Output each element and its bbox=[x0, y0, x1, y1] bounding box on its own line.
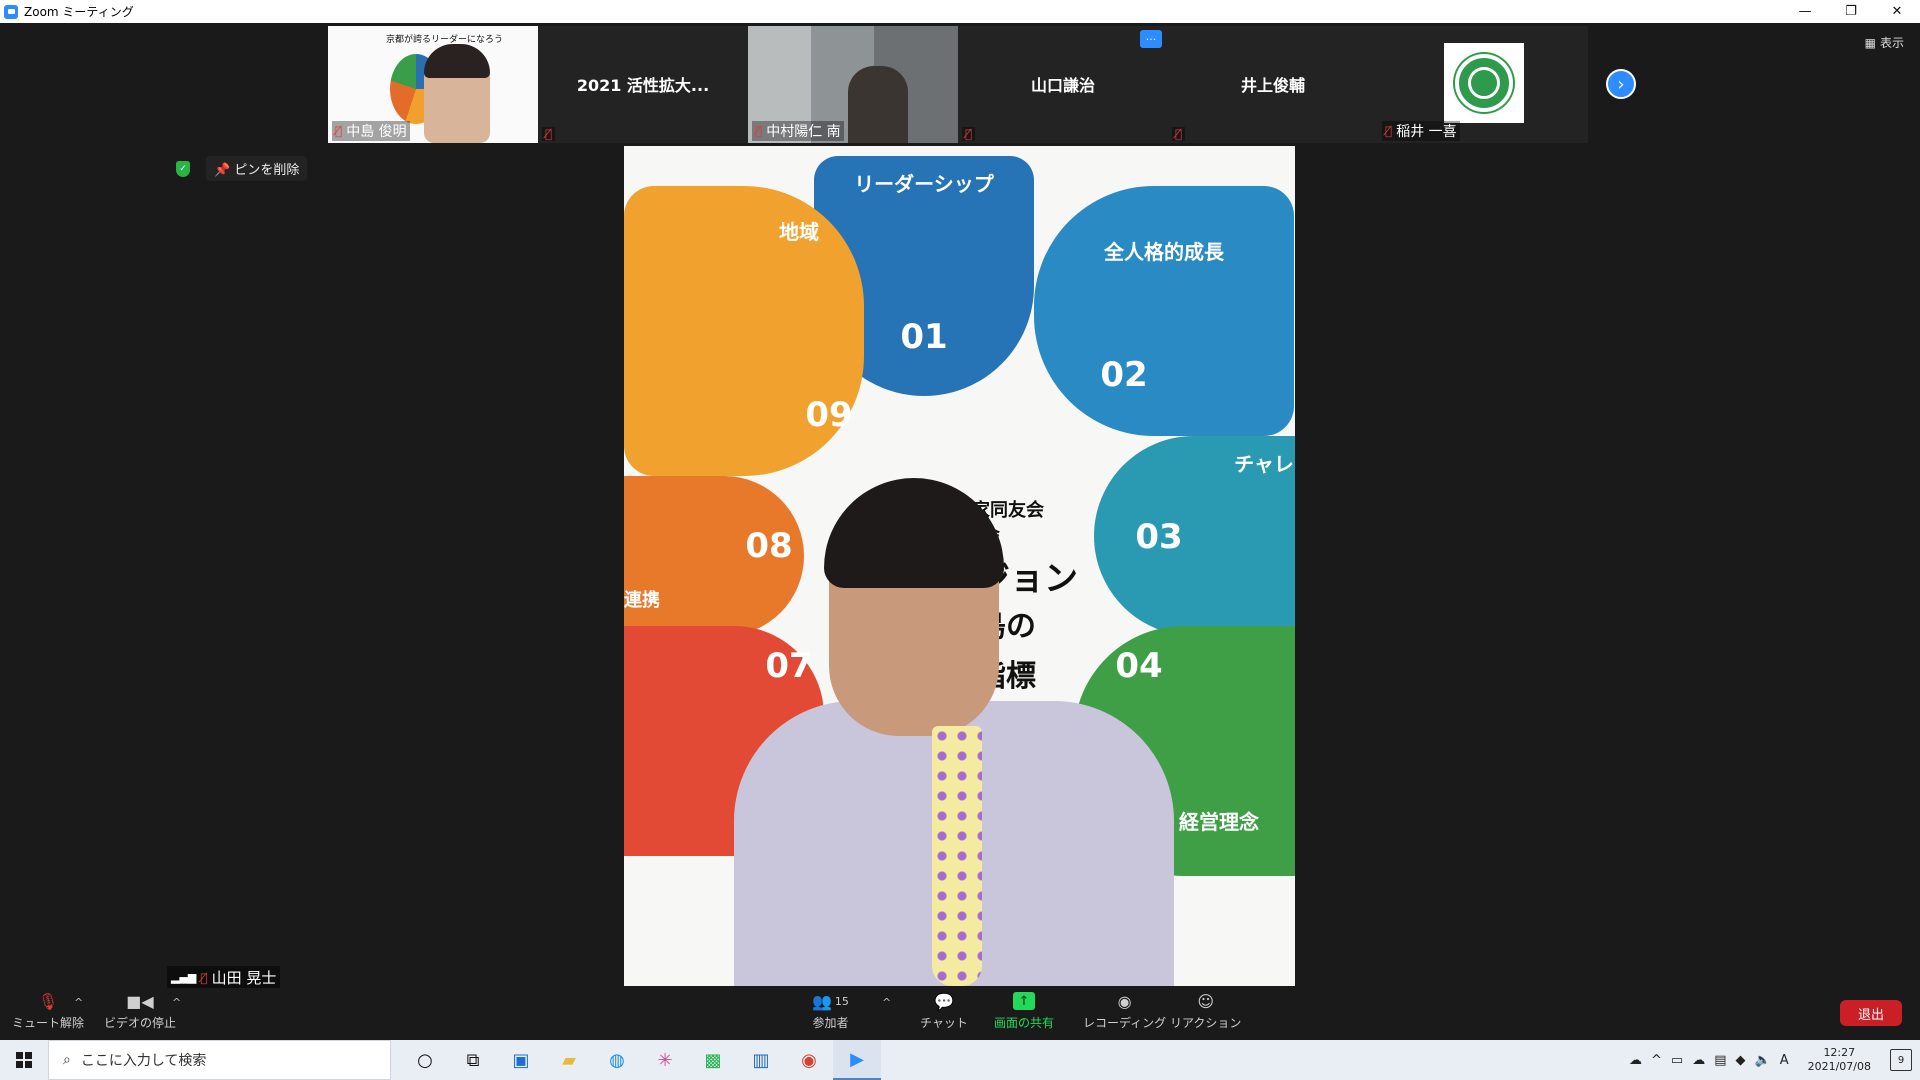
restore-icon[interactable]: ❐ bbox=[1828, 0, 1874, 23]
slide-petal: 地域 09 bbox=[624, 186, 864, 476]
participant-name-tag: 🎙̸ bbox=[542, 127, 556, 141]
mic-muted-icon: 🎙̸ bbox=[545, 127, 553, 141]
mic-muted-icon: 🎙̸ bbox=[965, 127, 973, 141]
mic-muted-icon: 🎙̸ bbox=[335, 124, 343, 138]
record-button[interactable]: ◉ レコーディング bbox=[1083, 992, 1166, 1031]
participant-tile[interactable]: ··· 山口謙治 🎙̸ bbox=[958, 26, 1168, 143]
record-icon: ◉ bbox=[1117, 991, 1132, 1011]
video-camera-icon: ■◀ bbox=[126, 991, 154, 1011]
participants-icon: 👥 15 bbox=[812, 991, 849, 1011]
emoji-reaction-icon: ☺ bbox=[1197, 991, 1215, 1011]
mic-muted-icon: 🎙̸ bbox=[1175, 127, 1183, 141]
chevron-right-icon: › bbox=[1617, 73, 1625, 95]
chrome-icon[interactable]: ◉ bbox=[785, 1040, 833, 1080]
cloud-error-icon[interactable]: ☁ bbox=[1692, 1053, 1705, 1068]
share-screen-button[interactable]: ↑ 画面の共有 bbox=[994, 992, 1054, 1031]
participant-name-tag: 🎙̸ 中島 俊明 bbox=[332, 121, 410, 141]
leave-meeting-button[interactable]: 退出 bbox=[1840, 1000, 1902, 1026]
chevron-up-icon[interactable]: ^ bbox=[1651, 1053, 1662, 1068]
window-controls: — ❐ ✕ bbox=[1782, 0, 1920, 23]
signal-strength-icon: ▂▄▆ bbox=[171, 971, 197, 984]
speaker-name-tag: ▂▄▆ 🎙̸ 山田 晃士 bbox=[167, 966, 281, 989]
chat-button[interactable]: 💬 チャット bbox=[920, 992, 968, 1031]
security-shield-icon[interactable]: ✓ bbox=[176, 160, 190, 177]
audio-options-chevron-icon[interactable]: ^ bbox=[74, 996, 83, 1009]
participant-tile[interactable]: 井上俊輔 🎙̸ bbox=[1168, 26, 1378, 143]
weather-icon[interactable]: ☁ bbox=[1629, 1053, 1642, 1068]
minimize-icon[interactable]: — bbox=[1782, 0, 1828, 23]
slack-icon[interactable]: ✳ bbox=[641, 1040, 689, 1080]
reactions-button[interactable]: ☺ リアクション bbox=[1170, 992, 1241, 1031]
participant-name-tag: 🎙̸ bbox=[962, 127, 976, 141]
notification-icon[interactable]: 9 bbox=[1890, 1049, 1912, 1071]
participant-tile[interactable]: 🎙̸ 稲井 一喜 bbox=[1378, 26, 1588, 143]
participant-name: 2021 活性拡大... bbox=[576, 76, 710, 95]
title-bar: Zoom ミーティング — ❐ ✕ bbox=[0, 0, 1920, 23]
line-icon[interactable]: ▩ bbox=[689, 1040, 737, 1080]
dropbox-icon[interactable]: ◆ bbox=[1736, 1053, 1746, 1068]
unpin-button[interactable]: 📌 ピンを削除 bbox=[206, 156, 308, 181]
windows-taskbar: ⌕ ここに入力して検索 ○ ⧉ ▣ ▰ ◍ ✳ ▩ ▥ ◉ ▶ ☁ ^ ▭ ☁ … bbox=[0, 1040, 1920, 1080]
participant-name: 山口謙治 bbox=[1030, 76, 1095, 95]
video-options-chevron-icon[interactable]: ^ bbox=[172, 996, 181, 1009]
cortana-icon[interactable]: ○ bbox=[401, 1040, 449, 1080]
volume-icon[interactable]: 🔈 bbox=[1755, 1053, 1771, 1068]
share-screen-icon: ↑ bbox=[1013, 992, 1035, 1010]
taskbar-search[interactable]: ⌕ ここに入力して検索 bbox=[48, 1040, 391, 1080]
next-page-button[interactable]: › bbox=[1606, 69, 1636, 99]
speaker-video bbox=[734, 478, 1174, 986]
edge-icon[interactable]: ◍ bbox=[593, 1040, 641, 1080]
task-view-icon[interactable]: ⧉ bbox=[449, 1040, 497, 1080]
mic-off-icon: 🎙 bbox=[37, 991, 59, 1011]
app-dw-icon[interactable]: ▣ bbox=[497, 1040, 545, 1080]
device-icon[interactable]: ▭ bbox=[1671, 1053, 1683, 1068]
slide-text: 連携 bbox=[624, 590, 660, 611]
file-explorer-icon[interactable]: ▰ bbox=[545, 1040, 593, 1080]
chat-bubble-icon: 💬 bbox=[933, 991, 954, 1011]
system-tray: ☁ ^ ▭ ☁ ▤ ◆ 🔈 A 12:27 2021/07/08 9 bbox=[1629, 1040, 1920, 1080]
stop-video-button[interactable]: ■◀ ビデオの停止 bbox=[104, 992, 176, 1031]
main-video: リーダーシップ 01 全人格的成長 02 チャレ 03 04 経営理念 地域 0… bbox=[624, 146, 1295, 986]
taskbar-apps: ○ ⧉ ▣ ▰ ◍ ✳ ▩ ▥ ◉ ▶ bbox=[401, 1040, 881, 1080]
network-icon[interactable]: ▤ bbox=[1714, 1053, 1726, 1068]
window-title: Zoom ミーティング bbox=[24, 5, 134, 19]
zoom-app-icon bbox=[4, 4, 18, 19]
participant-name-tag: 🎙̸ 中村陽仁 南 bbox=[752, 121, 844, 141]
participants-button[interactable]: 👥 15 参加者 bbox=[812, 992, 849, 1031]
more-options-icon[interactable]: ··· bbox=[1140, 30, 1162, 48]
mic-muted-icon: 🎙̸ bbox=[1385, 124, 1393, 138]
shared-slide-title: 京都が誇るリーダーになろう bbox=[386, 35, 504, 45]
meeting-toolbar: 🎙 ミュート解除 ^ ■◀ ビデオの停止 ^ 👥 15 参加者 ^ 💬 チャット … bbox=[0, 988, 1920, 1040]
mic-muted-icon: 🎙̸ bbox=[755, 124, 763, 138]
participant-tile[interactable]: 京都が誇るリーダーになろう 🎙̸ 中島 俊明 bbox=[328, 26, 538, 143]
close-icon[interactable]: ✕ bbox=[1874, 0, 1920, 23]
trello-icon[interactable]: ▥ bbox=[737, 1040, 785, 1080]
green-logo-icon bbox=[1455, 54, 1513, 112]
start-button[interactable] bbox=[0, 1040, 48, 1080]
participants-options-chevron-icon[interactable]: ^ bbox=[882, 996, 891, 1009]
grid-view-icon: ▦ bbox=[1864, 35, 1876, 50]
participant-name: 井上俊輔 bbox=[1240, 76, 1305, 95]
gallery-strip: 京都が誇るリーダーになろう 🎙̸ 中島 俊明 2021 活性拡大... 🎙̸ 🎙… bbox=[328, 26, 1588, 143]
profile-logo bbox=[1444, 43, 1524, 123]
mic-muted-icon: 🎙̸ bbox=[200, 970, 208, 985]
participant-tile[interactable]: 🎙̸ 中村陽仁 南 bbox=[748, 26, 958, 143]
zoom-taskbar-icon[interactable]: ▶ bbox=[833, 1040, 881, 1080]
ime-indicator[interactable]: A bbox=[1780, 1053, 1789, 1068]
slide-petal: 全人格的成長 02 bbox=[1034, 186, 1294, 436]
pin-controls: ✓ 📌 ピンを削除 bbox=[176, 156, 308, 181]
participant-name-tag: 🎙̸ 稲井 一喜 bbox=[1382, 121, 1460, 141]
windows-logo-icon bbox=[16, 1052, 32, 1068]
search-icon: ⌕ bbox=[63, 1052, 71, 1068]
participant-tile[interactable]: 2021 活性拡大... 🎙̸ bbox=[538, 26, 748, 143]
clock[interactable]: 12:27 2021/07/08 bbox=[1808, 1046, 1871, 1074]
participant-name-tag: 🎙̸ bbox=[1172, 127, 1186, 141]
view-button[interactable]: ▦ 表示 bbox=[1865, 34, 1904, 51]
